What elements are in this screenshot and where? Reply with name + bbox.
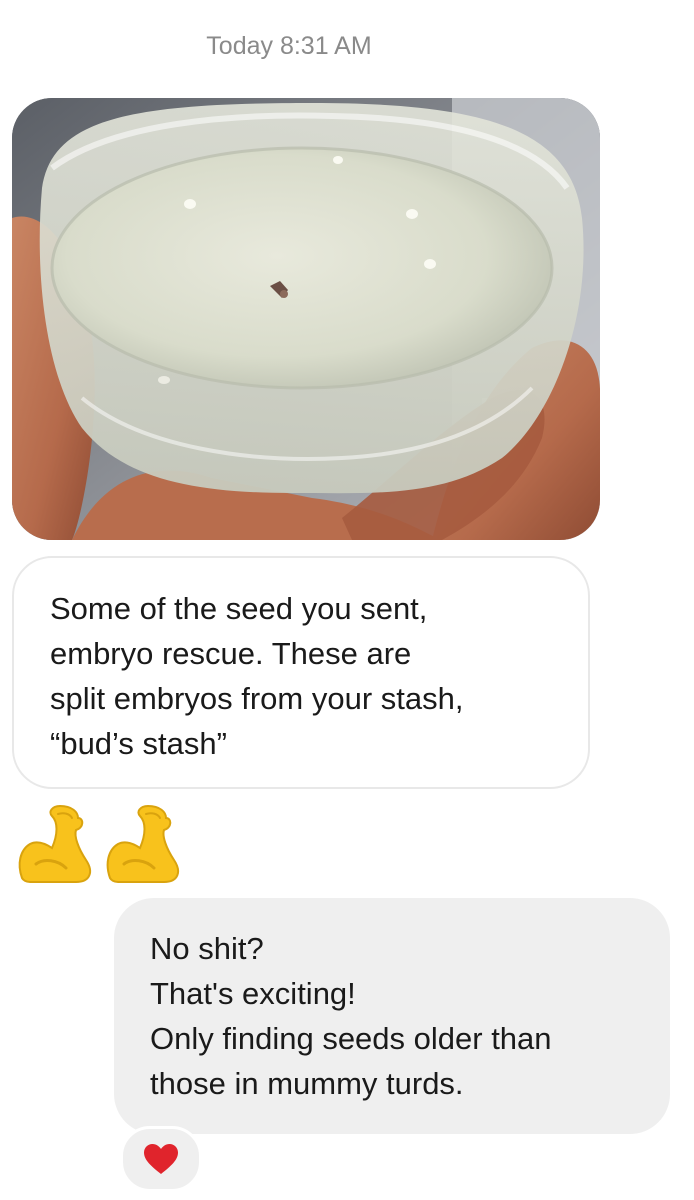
message-text-line: No shit? — [150, 931, 264, 966]
message-text-line: split embryos from your stash, — [50, 681, 464, 716]
message-text-line: Some of the seed you sent, — [50, 591, 428, 626]
message-photo[interactable] — [12, 98, 600, 540]
emoji-message[interactable] — [14, 804, 184, 884]
received-message-bubble[interactable]: Some of the seed you sent, embryo rescue… — [12, 556, 590, 789]
flexed-biceps-icon — [106, 804, 180, 883]
message-text-line: That's exciting! — [150, 976, 356, 1011]
message-text-line: embryo rescue. These are — [50, 636, 412, 671]
red-heart-icon — [144, 1144, 178, 1174]
message-timestamp: Today 8:31 AM — [206, 32, 372, 60]
message-text-line: “bud’s stash” — [50, 726, 227, 761]
flexed-biceps-icon — [18, 804, 92, 883]
message-text-line: those in mummy turds. — [150, 1066, 464, 1101]
sent-message-bubble[interactable]: No shit? That's exciting! Only finding s… — [114, 898, 670, 1134]
message-text-line: Only finding seeds older than — [150, 1021, 552, 1056]
message-reaction[interactable] — [120, 1126, 202, 1192]
petri-dish-photo — [12, 98, 600, 540]
